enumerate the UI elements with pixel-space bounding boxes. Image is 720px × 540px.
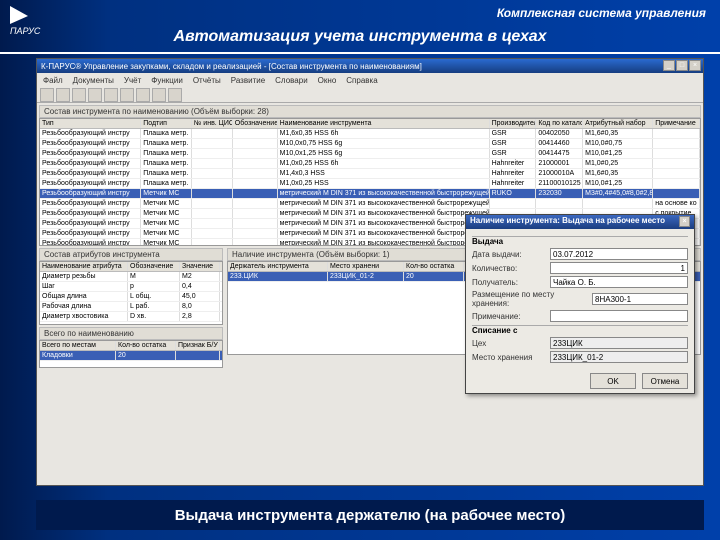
table-row[interactable]: Общая длинаL общ.45,0 — [40, 292, 222, 302]
menubar: Файл Документы Учёт Функции Отчёты Разви… — [37, 73, 703, 87]
app-window: К-ПАРУС® Управление закупками, складом и… — [36, 58, 704, 486]
issue-dialog: Наличие инструмента: Выдача на рабочее м… — [465, 214, 695, 394]
location-label: Размещение по месту хранения: — [472, 290, 592, 308]
cancel-button[interactable]: Отмена — [642, 373, 688, 389]
ok-button[interactable]: OK — [590, 373, 636, 389]
date-field[interactable]: 03.07.2012 — [550, 248, 688, 260]
tool-icon[interactable] — [120, 88, 134, 102]
table-row[interactable]: Резьбообразующий инструПлашка метр.M1,4x… — [40, 169, 700, 179]
panel1-title: Состав инструмента по наименованию (Объё… — [39, 105, 701, 118]
table-row[interactable]: Диаметр хвостовикаD хв.2,8 — [40, 312, 222, 322]
tool-icon[interactable] — [88, 88, 102, 102]
minimize-button[interactable]: _ — [663, 60, 675, 71]
menu-reports[interactable]: Отчёты — [193, 76, 221, 85]
toolbar — [37, 87, 703, 103]
totals-grid[interactable]: Всего по местамКол-во остаткаПризнак Б/У… — [39, 340, 223, 368]
tool-icon[interactable] — [152, 88, 166, 102]
tool-icon[interactable] — [104, 88, 118, 102]
table-row[interactable]: Резьбообразующий инструМетчик МСметричес… — [40, 199, 700, 209]
location-field[interactable]: 8НА300-1 — [592, 293, 688, 305]
date-label: Дата выдачи: — [472, 250, 550, 259]
note-field[interactable] — [550, 310, 688, 322]
list-field: 233ЦИК — [550, 337, 688, 349]
attributes-grid[interactable]: Наименование атрибутаОбозначениеЗначение… — [39, 261, 223, 325]
tool-icon[interactable] — [56, 88, 70, 102]
menu-functions[interactable]: Функции — [151, 76, 183, 85]
table-row[interactable]: Резьбообразующий инструПлашка метр.M10,0… — [40, 149, 700, 159]
panel2-title: Состав атрибутов инструмента — [39, 248, 223, 261]
qty-label: Количество: — [472, 264, 550, 273]
receiver-label: Получатель: — [472, 278, 550, 287]
tool-icon[interactable] — [136, 88, 150, 102]
menu-accounting[interactable]: Учёт — [124, 76, 141, 85]
note-label: Примечание: — [472, 312, 550, 321]
qty-field[interactable]: 1 — [550, 262, 688, 274]
table-row[interactable]: Резьбообразующий инструПлашка метр.M1,0x… — [40, 159, 700, 169]
menu-window[interactable]: Окно — [318, 76, 337, 85]
table-row[interactable]: Резьбообразующий инструПлашка метр.M10,0… — [40, 139, 700, 149]
close-button[interactable]: × — [689, 60, 701, 71]
table-row[interactable]: Резьбообразующий инструМетчик МСметричес… — [40, 189, 700, 199]
menu-help[interactable]: Справка — [346, 76, 377, 85]
store-field: 233ЦИК_01-2 — [550, 351, 688, 363]
menu-development[interactable]: Развитие — [231, 76, 265, 85]
tool-icon[interactable] — [168, 88, 182, 102]
panel4-title: Всего по наименованию — [39, 327, 223, 340]
dialog-title: Наличие инструмента: Выдача на рабочее м… — [470, 216, 665, 228]
footer-caption: Выдача инструмента держателю (на рабочее… — [36, 500, 704, 530]
list-label: Цех — [472, 339, 550, 348]
dialog-close-button[interactable]: × — [679, 216, 690, 227]
receiver-field[interactable]: Чайка О. Б. — [550, 276, 688, 288]
dialog-section-issue: Выдача — [472, 236, 688, 246]
table-row[interactable]: Диаметр резьбыМM2 — [40, 272, 222, 282]
slide-title: Автоматизация учета инструмента в цехах — [0, 28, 720, 46]
table-row[interactable]: Кладовки20 — [40, 351, 222, 361]
titlebar: К-ПАРУС® Управление закупками, складом и… — [37, 59, 703, 73]
dialog-section-writeoff: Списание с — [472, 325, 688, 335]
tool-icon[interactable] — [72, 88, 86, 102]
app-title: К-ПАРУС® Управление закупками, складом и… — [41, 62, 422, 71]
brand-label: Комплексная система управления — [497, 6, 706, 20]
table-row[interactable]: Рабочая длинаL раб.8,0 — [40, 302, 222, 312]
maximize-button[interactable]: □ — [676, 60, 688, 71]
tool-icon[interactable] — [40, 88, 54, 102]
table-row[interactable]: Шагр0,4 — [40, 282, 222, 292]
menu-dictionaries[interactable]: Словари — [275, 76, 308, 85]
menu-file[interactable]: Файл — [43, 76, 63, 85]
table-row[interactable]: Резьбообразующий инструПлашка метр.M1,6x… — [40, 129, 700, 139]
store-label: Место хранения — [472, 353, 550, 362]
table-row[interactable]: Резьбообразующий инструПлашка метр.M1,0x… — [40, 179, 700, 189]
menu-documents[interactable]: Документы — [73, 76, 114, 85]
title-underline — [0, 52, 720, 54]
